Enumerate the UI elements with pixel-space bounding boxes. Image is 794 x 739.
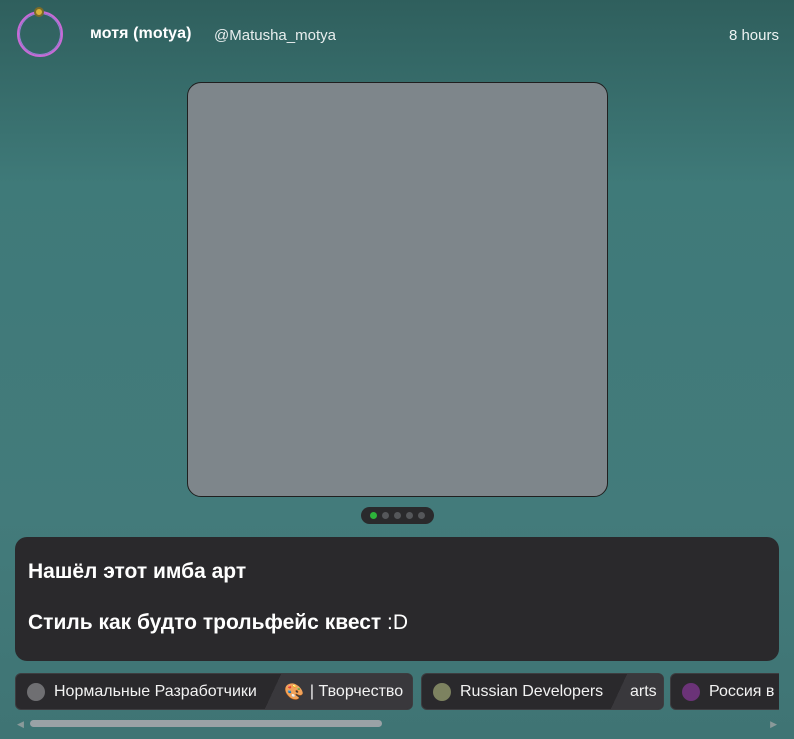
avatar-decoration-icon [34, 7, 44, 17]
carousel-indicator [361, 507, 434, 524]
tag-label: Россия в [709, 682, 775, 700]
media-image[interactable] [187, 82, 608, 497]
message-line-1: Нашёл этот имба арт [28, 560, 247, 583]
tag-chip[interactable]: Нормальные Разработчики 🎨 | Творчество [15, 673, 413, 710]
tag-label: | Творчество [309, 682, 404, 700]
tag-right-segment: arts [630, 674, 663, 709]
message-card: Нашёл этот имба арт Стиль как будто трол… [15, 537, 779, 661]
tag-label: Russian Developers [460, 682, 604, 700]
post-timestamp: 8 hours [728, 27, 779, 44]
carousel-dot[interactable] [394, 512, 401, 519]
scroll-left-icon[interactable]: ◀ [17, 719, 24, 730]
carousel-dot[interactable] [406, 512, 413, 519]
scrollbar-thumb[interactable] [30, 720, 382, 727]
tag-left-segment: Нормальные Разработчики [27, 674, 257, 709]
carousel-dot[interactable] [418, 512, 425, 519]
palette-icon: 🎨 [284, 683, 304, 701]
author-handle[interactable]: @Matusha_motya [214, 27, 336, 44]
server-icon [27, 682, 45, 701]
author-name[interactable]: мотя (motya) [90, 25, 192, 43]
tag-left-segment: Russian Developers [433, 674, 603, 709]
tag-strip: Нормальные Разработчики 🎨 | Творчество R… [15, 673, 779, 710]
server-icon [433, 682, 451, 701]
message-line-2-plain: :D [381, 611, 409, 634]
tag-divider [608, 674, 630, 709]
tag-right-segment: 🎨 | Творчество [284, 674, 412, 709]
server-icon [682, 682, 700, 701]
scroll-right-icon[interactable]: ▶ [770, 719, 777, 730]
tag-left-segment: Россия в [682, 674, 774, 709]
tag-divider [262, 674, 284, 709]
tag-chip[interactable]: Россия в [670, 673, 779, 710]
post-header: мотя (motya) @Matusha_motya 8 hours [0, 0, 794, 70]
tag-label: Нормальные Разработчики [54, 682, 257, 700]
message-line-2: Стиль как будто трольфейс квест :D [28, 610, 766, 636]
horizontal-scrollbar[interactable]: ◀ ▶ [15, 717, 779, 729]
carousel-dot[interactable] [382, 512, 389, 519]
tag-chip[interactable]: Russian Developers arts [421, 673, 664, 710]
avatar[interactable] [17, 7, 63, 57]
tag-label: arts [630, 682, 657, 700]
carousel-dot[interactable] [370, 512, 377, 519]
message-line-2-bold: Стиль как будто трольфейс квест [28, 611, 382, 634]
